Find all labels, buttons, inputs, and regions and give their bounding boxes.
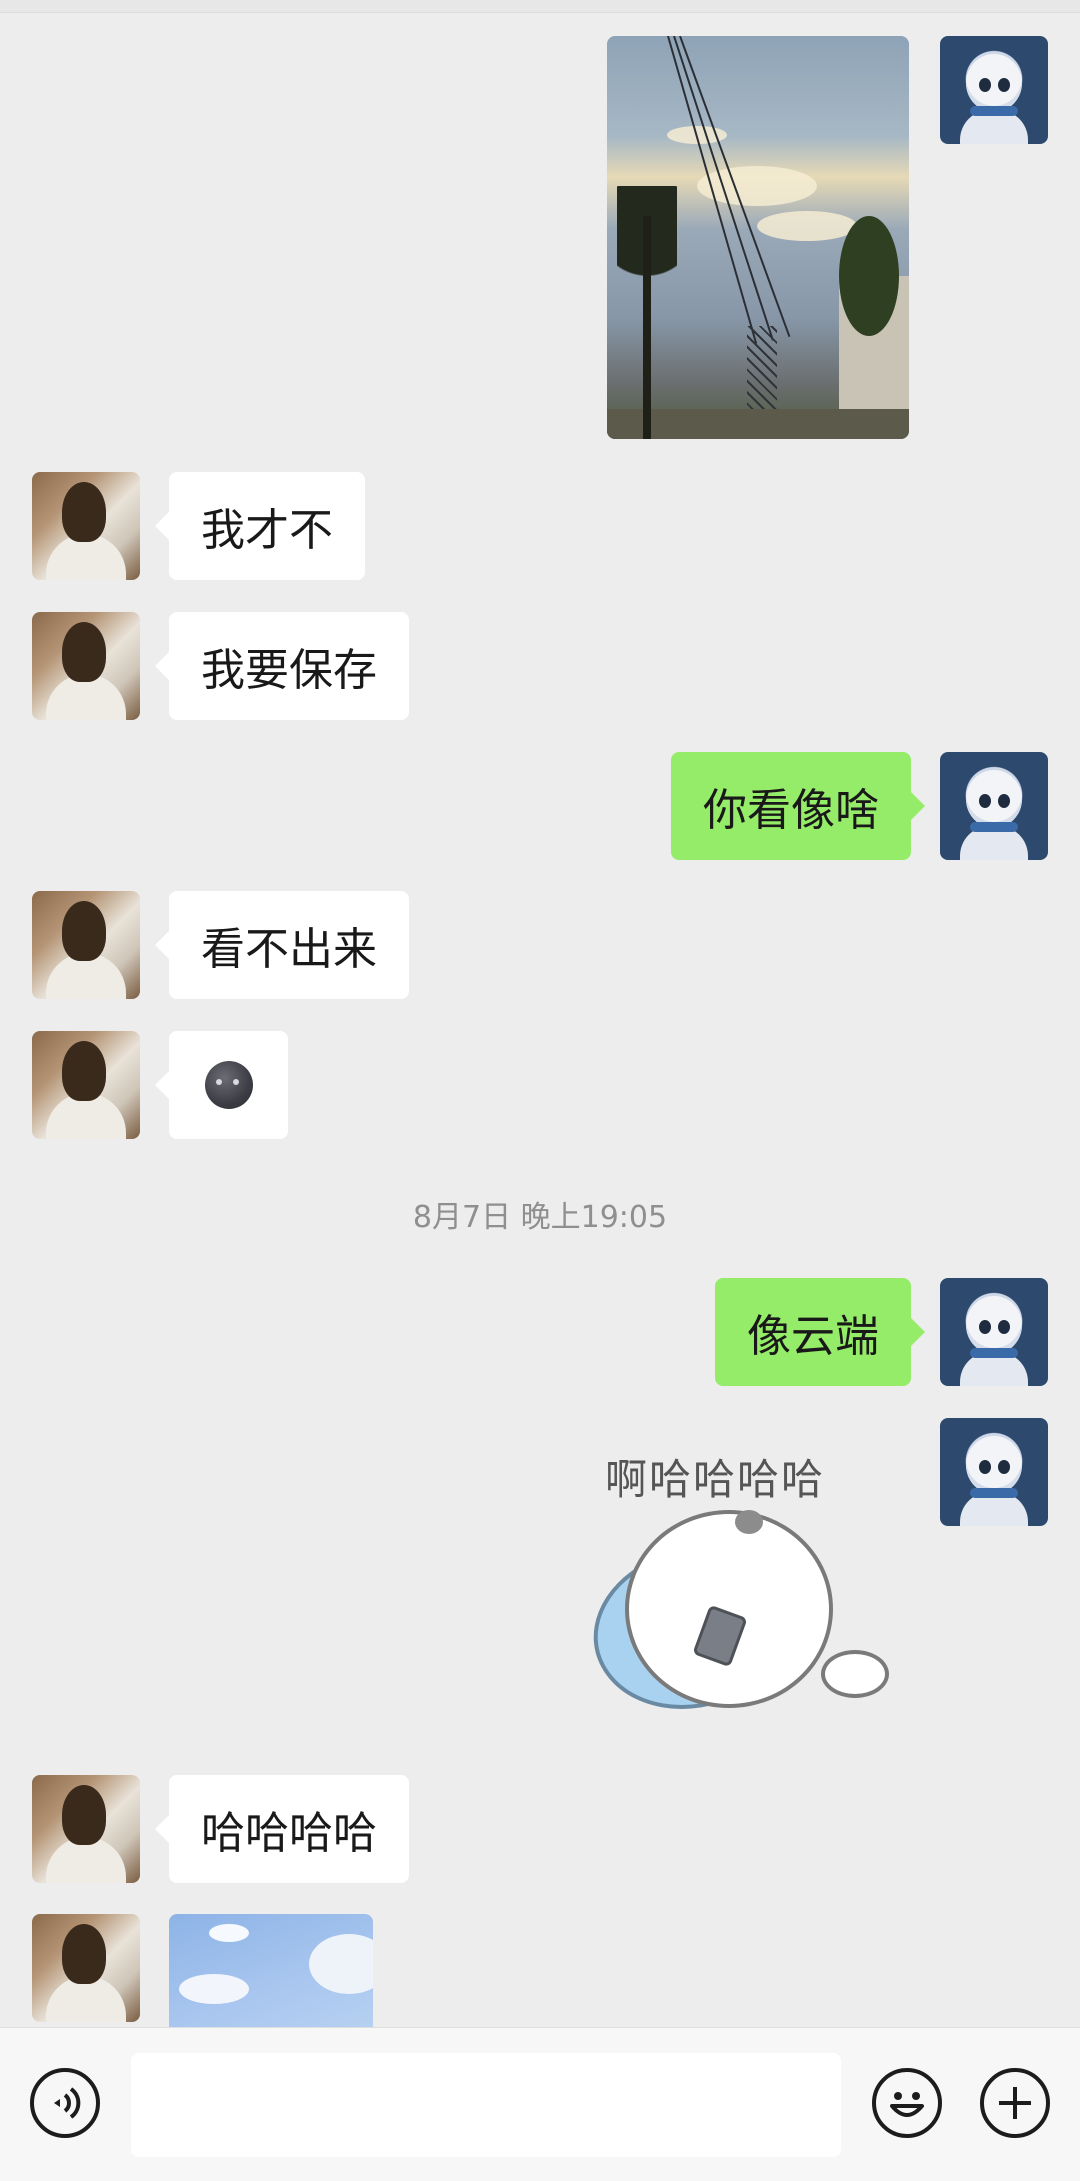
message-bubble-received[interactable]: 看不出来 (155, 891, 409, 999)
top-divider (0, 0, 1080, 13)
message-bubble-received[interactable]: 哈哈哈哈 (155, 1775, 409, 1883)
contact-avatar[interactable] (32, 1775, 140, 1883)
message-text: 看不出来 (201, 924, 377, 975)
chat-timestamp: 8月7日 晚上19:05 (412, 1200, 668, 1235)
my-avatar[interactable] (940, 752, 1048, 860)
chat-area[interactable]: 我才不 我要保存 你看像啥 看不出来 8月7日 晚上19:05 像云端 啊哈哈哈… (0, 0, 1080, 2027)
new-moon-face-icon (205, 1061, 253, 1109)
plus-icon[interactable] (980, 2068, 1050, 2138)
message-text: 你看像啥 (703, 785, 879, 836)
my-avatar[interactable] (940, 1278, 1048, 1386)
my-avatar[interactable] (940, 1418, 1048, 1526)
message-bubble-sent[interactable]: 你看像啥 (671, 752, 925, 860)
message-bubble-received[interactable] (155, 1031, 288, 1139)
message-text: 哈哈哈哈 (201, 1808, 377, 1859)
message-bubble-sent[interactable]: 像云端 (715, 1278, 925, 1386)
message-input[interactable] (131, 2053, 841, 2157)
message-bubble-received[interactable]: 我要保存 (155, 612, 409, 720)
contact-avatar[interactable] (32, 1914, 140, 2022)
contact-avatar[interactable] (32, 472, 140, 580)
emoji-icon[interactable] (872, 2068, 942, 2138)
input-bar (0, 2027, 1080, 2181)
contact-avatar[interactable] (32, 1031, 140, 1139)
message-bubble-received[interactable]: 我才不 (155, 472, 365, 580)
my-avatar[interactable] (940, 36, 1048, 144)
message-text: 像云端 (747, 1311, 879, 1362)
photo-message[interactable] (169, 1914, 373, 2027)
message-text: 我才不 (201, 505, 333, 556)
sticker-caption: 啊哈哈哈哈 (605, 1455, 826, 1504)
message-text: 我要保存 (201, 645, 377, 696)
photo-message[interactable] (607, 36, 909, 439)
contact-avatar[interactable] (32, 891, 140, 999)
voice-icon[interactable] (30, 2068, 100, 2138)
contact-avatar[interactable] (32, 612, 140, 720)
